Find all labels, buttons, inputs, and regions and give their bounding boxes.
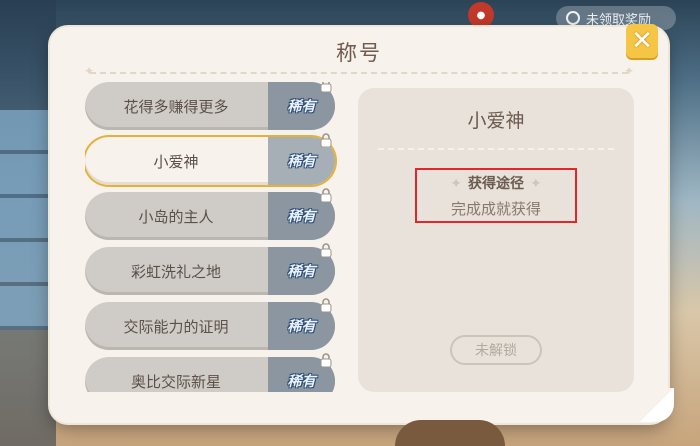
lock-icon	[320, 82, 332, 92]
background-character	[395, 420, 505, 446]
title-item-3[interactable]: 彩虹洗礼之地 稀有	[85, 243, 335, 295]
title-item-label: 交际能力的证明	[123, 317, 229, 336]
title-divider	[84, 64, 634, 78]
title-item-label: 彩虹洗礼之地	[130, 262, 221, 281]
background-window	[0, 110, 48, 330]
lock-icon	[320, 243, 332, 257]
close-button[interactable]: ✕	[626, 24, 658, 58]
rare-tag-text: 稀有	[287, 209, 316, 225]
rare-tag-text: 稀有	[287, 374, 316, 390]
title-detail-panel: 小爱神 ✦ 获得途径 ✦ 完成成就获得 未解锁	[358, 88, 634, 392]
status-button[interactable]: 未解锁	[450, 335, 542, 365]
title-item-label: 小岛的主人	[138, 207, 214, 226]
rare-tag-text: 稀有	[287, 319, 316, 335]
rare-tag-text: 稀有	[287, 264, 316, 280]
title-item-4[interactable]: 交际能力的证明 稀有	[85, 298, 335, 350]
reward-icon	[566, 11, 580, 25]
lock-icon	[320, 298, 332, 312]
lock-icon	[320, 133, 332, 147]
title-item-label: 小爱神	[153, 152, 199, 171]
title-item-0[interactable]: 花得多赚得更多 稀有	[85, 82, 335, 130]
annotation-highlight-box	[415, 168, 577, 223]
detail-title: 小爱神	[467, 110, 525, 132]
title-item-5[interactable]: 奥比交际新星 稀有	[85, 353, 335, 392]
rare-tag-text: 稀有	[287, 99, 316, 115]
lock-icon	[320, 188, 332, 202]
title-item-1[interactable]: 小爱神 稀有	[85, 133, 335, 185]
title-item-label: 花得多赚得更多	[123, 97, 229, 116]
title-item-label: 奥比交际新星	[130, 372, 221, 391]
modal-title: 称号	[336, 41, 382, 65]
detail-divider	[378, 148, 614, 150]
rare-tag-text: 稀有	[287, 154, 316, 170]
title-item-2[interactable]: 小岛的主人 稀有	[85, 188, 335, 240]
lock-icon	[320, 353, 332, 367]
top-badge-icon[interactable]: ●	[468, 2, 494, 28]
title-list[interactable]: 花得多赚得更多 稀有 小爱神 稀有 小岛的主人 稀有 彩虹洗礼之地 稀有 交际能…	[85, 82, 343, 392]
